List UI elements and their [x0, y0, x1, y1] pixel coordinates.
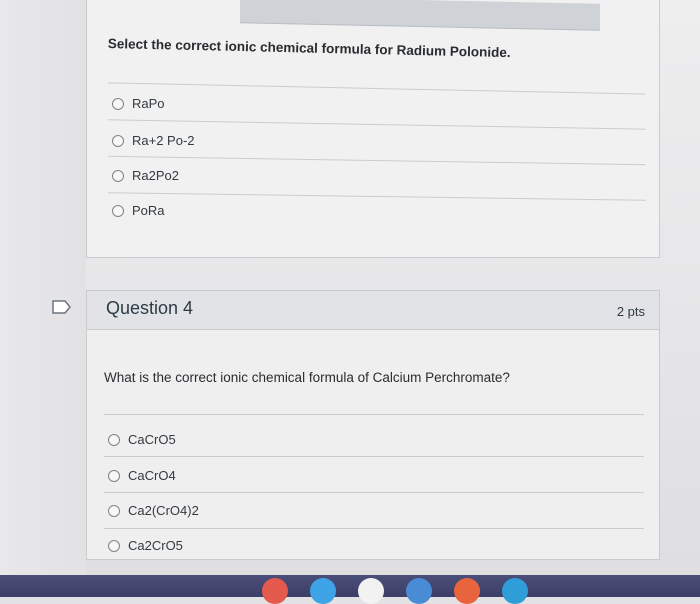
radio-button[interactable] [108, 469, 120, 482]
app-icon[interactable] [406, 578, 432, 604]
answer-option[interactable]: CaCrO4 [108, 468, 176, 483]
answer-option[interactable]: Ca2CrO5 [108, 538, 183, 553]
question-points: 2 pts [616, 304, 645, 319]
answer-option[interactable]: Ca2(CrO4)2 [108, 503, 199, 518]
answer-option[interactable]: Ra+2 Po-2 [112, 133, 195, 148]
question-title: Question 4 [106, 298, 194, 318]
question-4-text: What is the correct ionic chemical formu… [104, 370, 510, 385]
answer-option[interactable]: Ra2Po2 [112, 168, 179, 183]
answer-label: CaCrO4 [128, 468, 176, 483]
answer-option[interactable]: PoRa [112, 203, 165, 218]
divider [104, 456, 644, 457]
app-icon[interactable] [262, 578, 288, 604]
radio-button[interactable] [112, 134, 124, 147]
answer-label: RaPo [132, 96, 165, 111]
divider [104, 528, 644, 529]
play-icon[interactable] [502, 578, 528, 604]
app-icon[interactable] [454, 578, 480, 604]
answer-label: CaCrO5 [128, 432, 176, 447]
radio-button[interactable] [112, 97, 124, 110]
answer-label: Ra+2 Po-2 [132, 133, 195, 148]
radio-button[interactable] [112, 204, 124, 217]
radio-button[interactable] [108, 433, 120, 446]
radio-button[interactable] [108, 539, 120, 552]
answer-label: Ra2Po2 [132, 168, 179, 183]
answer-option[interactable]: RaPo [112, 96, 165, 111]
divider [104, 414, 644, 415]
answer-label: Ca2(CrO4)2 [128, 503, 199, 518]
radio-button[interactable] [108, 504, 120, 517]
flag-question-icon[interactable] [52, 300, 72, 314]
page-gutter [0, 0, 86, 575]
answer-option[interactable]: CaCrO5 [108, 432, 176, 447]
question-4-card [86, 290, 660, 560]
radio-button[interactable] [112, 169, 124, 182]
mail-icon[interactable] [358, 578, 384, 604]
divider [104, 492, 644, 493]
answer-label: Ca2CrO5 [128, 538, 183, 553]
taskbar [0, 575, 700, 597]
answer-label: PoRa [132, 203, 165, 218]
app-icon[interactable] [310, 578, 336, 604]
